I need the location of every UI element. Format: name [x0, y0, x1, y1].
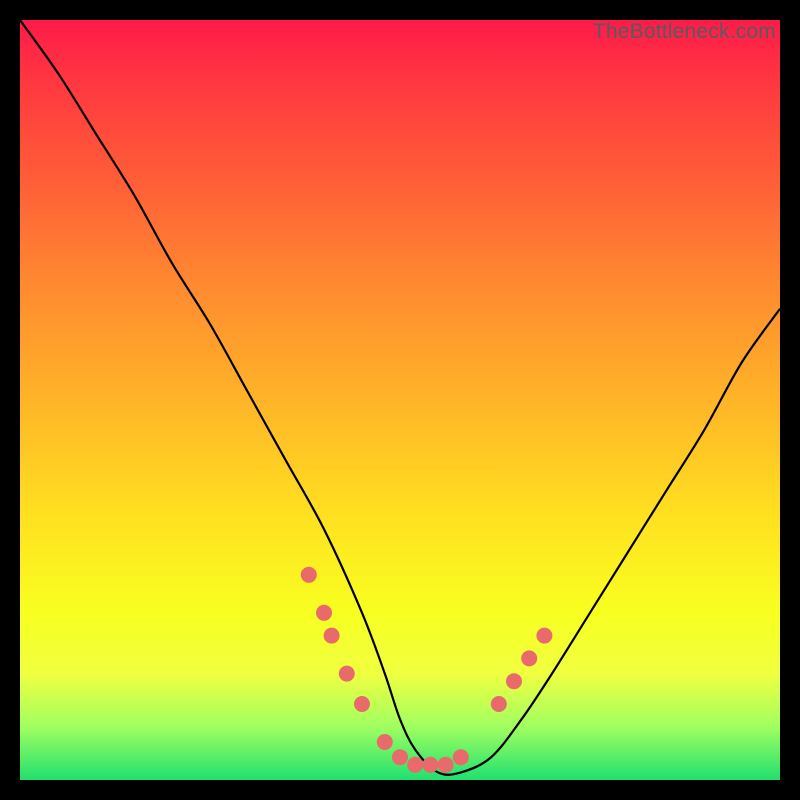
marker-dot	[377, 735, 392, 750]
marker-dot	[355, 697, 370, 712]
bottleneck-curve-path	[20, 20, 780, 775]
marker-dot	[408, 757, 423, 772]
marker-dot	[438, 757, 453, 772]
marker-dot	[317, 605, 332, 620]
marker-dot	[339, 666, 354, 681]
chart-frame: TheBottleneck.com	[0, 0, 800, 800]
marker-dot	[453, 750, 468, 765]
marker-dot	[537, 628, 552, 643]
bottleneck-curve-svg	[20, 20, 780, 780]
marker-dot	[507, 674, 522, 689]
marker-dot	[324, 628, 339, 643]
marker-dot	[301, 567, 316, 582]
marker-dot	[423, 757, 438, 772]
plot-area: TheBottleneck.com	[20, 20, 780, 780]
marker-dot	[491, 697, 506, 712]
marker-dots-group	[301, 567, 552, 772]
marker-dot	[393, 750, 408, 765]
marker-dot	[522, 651, 537, 666]
